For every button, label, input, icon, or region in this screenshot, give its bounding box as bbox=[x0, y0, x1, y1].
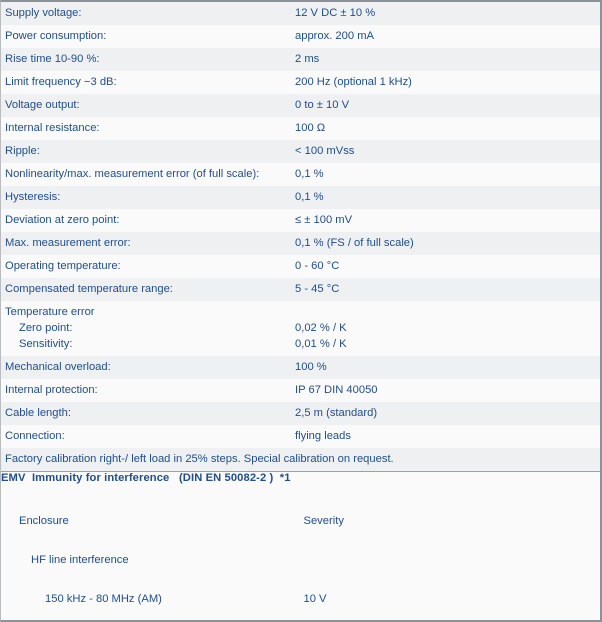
temperature-error-sub-value: 0,01 % / K bbox=[295, 338, 347, 350]
spec-value: 2 ms bbox=[295, 53, 320, 65]
temperature-error-values: 0,02 % / K 0,01 % / K bbox=[292, 301, 600, 356]
table-row: Power consumption: approx. 200 mA bbox=[1, 25, 600, 48]
spec-value: < 100 mVss bbox=[295, 145, 355, 157]
spec-label: Supply voltage: bbox=[5, 7, 82, 19]
table-row: Operating temperature: 0 - 60 °C bbox=[1, 255, 600, 278]
table-row: Nonlinearity/max. measurement error (of … bbox=[1, 163, 600, 186]
spec-label: Limit frequency −3 dB: bbox=[5, 76, 117, 88]
spec-value: approx. 200 mA bbox=[295, 30, 374, 42]
table-row-temperature-error: Temperature error Zero point: Sensitivit… bbox=[1, 301, 600, 356]
table-row: Supply voltage: 12 V DC ± 10 % bbox=[1, 2, 600, 25]
emv-line-value bbox=[304, 554, 601, 567]
temperature-error-labels: Temperature error Zero point: Sensitivit… bbox=[1, 301, 292, 356]
emv-block1-header-label: Enclosure bbox=[19, 515, 69, 527]
calibration-note: Factory calibration right-/ left load in… bbox=[5, 453, 394, 465]
table-row: Internal protection: IP 67 DIN 40050 bbox=[1, 379, 600, 402]
table-row: Deviation at zero point: ≤ ± 100 mV bbox=[1, 209, 600, 232]
spec-value: IP 67 DIN 40050 bbox=[295, 384, 378, 396]
specification-table: Supply voltage: 12 V DC ± 10 % Power con… bbox=[1, 2, 600, 471]
spec-label: Rise time 10-90 %: bbox=[5, 53, 100, 65]
spec-label: Max. measurement error: bbox=[5, 237, 131, 249]
spec-label: Nonlinearity/max. measurement error (of … bbox=[5, 168, 260, 180]
emv-section-title: EMV Immunity for interference (DIN EN 50… bbox=[1, 472, 291, 484]
spec-label: Voltage output: bbox=[5, 99, 80, 111]
table-row: Ripple: < 100 mVss bbox=[1, 140, 600, 163]
table-row: Connection: flying leads bbox=[1, 425, 600, 448]
temperature-error-spacer bbox=[295, 306, 600, 319]
emv-block1-labels: Enclosure HF line interference 150 kHz -… bbox=[1, 485, 301, 620]
emv-line-label: HF line interference bbox=[31, 554, 129, 566]
spec-label: Connection: bbox=[5, 430, 65, 442]
table-row: Voltage output: 0 to ± 10 V bbox=[1, 94, 600, 117]
spec-label: Internal resistance: bbox=[5, 122, 100, 134]
table-row-calibration-note: Factory calibration right-/ left load in… bbox=[1, 448, 600, 471]
table-row: Compensated temperature range: 5 - 45 °C bbox=[1, 278, 600, 301]
emv-block1-header-value: Severity bbox=[303, 515, 344, 527]
spec-value: 2,5 m (standard) bbox=[295, 407, 378, 419]
spec-value: ≤ ± 100 mV bbox=[295, 214, 353, 226]
spec-sheet: Supply voltage: 12 V DC ± 10 % Power con… bbox=[0, 0, 602, 622]
table-row: Max. measurement error: 0,1 % (FS / of f… bbox=[1, 232, 600, 255]
temperature-error-sub-value: 0,02 % / K bbox=[295, 322, 347, 334]
table-row: Cable length: 2,5 m (standard) bbox=[1, 402, 600, 425]
spec-value: 0,1 % bbox=[295, 191, 324, 203]
spec-label: Deviation at zero point: bbox=[5, 214, 120, 226]
emv-line-value: 10 V bbox=[303, 593, 327, 605]
table-row: Internal resistance: 100 Ω bbox=[1, 117, 600, 140]
spec-label: Cable length: bbox=[5, 407, 71, 419]
specification-table-body: Supply voltage: 12 V DC ± 10 % Power con… bbox=[1, 2, 600, 471]
emv-line-label: 150 kHz - 80 MHz (AM) bbox=[45, 593, 162, 605]
spec-value: 12 V DC ± 10 % bbox=[295, 7, 376, 19]
table-row: Limit frequency −3 dB: 200 Hz (optional … bbox=[1, 71, 600, 94]
spec-value: 0,1 % bbox=[295, 168, 324, 180]
spec-value: 100 Ω bbox=[295, 122, 326, 134]
emv-block1-values: Severity 10 V Air 8 kV / Contakt 4 kV bbox=[301, 485, 601, 620]
emv-header-row: EMV Immunity for interference (DIN EN 50… bbox=[1, 472, 600, 485]
spec-label: Mechanical overload: bbox=[5, 361, 111, 373]
spec-label: Internal protection: bbox=[5, 384, 98, 396]
table-row: Rise time 10-90 %: 2 ms bbox=[1, 48, 600, 71]
table-row: Hysteresis: 0,1 % bbox=[1, 186, 600, 209]
table-row: Mechanical overload: 100 % bbox=[1, 356, 600, 379]
spec-label: Compensated temperature range: bbox=[5, 283, 173, 295]
spec-label: Ripple: bbox=[5, 145, 40, 157]
spec-value: flying leads bbox=[295, 430, 351, 442]
temperature-error-sub-label: Zero point: bbox=[19, 322, 73, 334]
spec-label: Power consumption: bbox=[5, 30, 107, 42]
temperature-error-heading: Temperature error bbox=[5, 306, 95, 318]
spec-value: 5 - 45 °C bbox=[295, 283, 340, 295]
emv-table-body: EMV Immunity for interference (DIN EN 50… bbox=[1, 472, 601, 620]
spec-value: 200 Hz (optional 1 kHz) bbox=[295, 76, 412, 88]
spec-label: Operating temperature: bbox=[5, 260, 121, 272]
spec-label: Hysteresis: bbox=[5, 191, 61, 203]
spec-value: 100 % bbox=[295, 361, 327, 373]
temperature-error-sub-label: Sensitivity: bbox=[19, 338, 73, 350]
spec-value: 0,1 % (FS / of full scale) bbox=[295, 237, 414, 249]
spec-value: 0 - 60 °C bbox=[295, 260, 340, 272]
emv-block-row: Enclosure HF line interference 150 kHz -… bbox=[1, 485, 601, 620]
spec-value: 0 to ± 10 V bbox=[295, 99, 350, 111]
emv-table: EMV Immunity for interference (DIN EN 50… bbox=[1, 472, 601, 620]
